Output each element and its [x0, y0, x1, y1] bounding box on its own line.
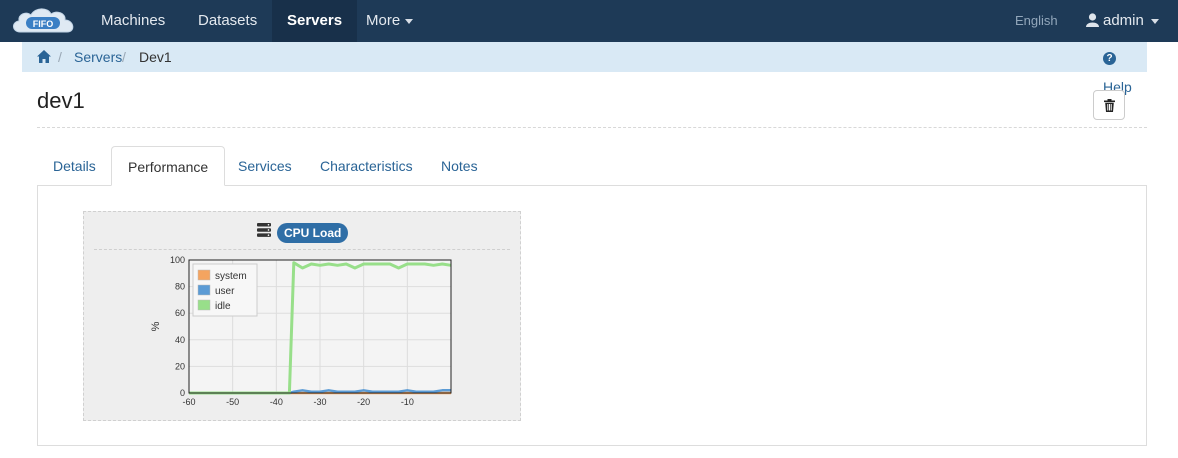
tab-services[interactable]: Services — [222, 146, 308, 186]
x-tick-label: -30 — [313, 397, 326, 407]
fifo-logo[interactable]: FIFO — [10, 6, 78, 36]
breadcrumb-separator: / — [58, 49, 62, 65]
y-tick-label: 0 — [180, 388, 185, 398]
x-tick-label: -50 — [226, 397, 239, 407]
legend-label-system: system — [215, 271, 247, 282]
breadcrumb-current: Dev1 — [139, 49, 172, 65]
nav-machines[interactable]: Machines — [86, 0, 180, 42]
title-divider — [37, 127, 1147, 128]
user-menu[interactable]: admin — [1086, 0, 1159, 42]
top-navbar: FIFO Machines Datasets Servers More Engl… — [0, 0, 1178, 42]
breadcrumb: / Servers / Dev1 ?Help — [22, 42, 1147, 95]
server-icon — [257, 223, 271, 237]
nav-datasets[interactable]: Datasets — [183, 0, 272, 42]
y-tick-label: 80 — [175, 282, 185, 292]
y-tick-label: 40 — [175, 335, 185, 345]
user-icon — [1086, 13, 1099, 27]
y-axis-label: % — [150, 321, 162, 331]
language-selector[interactable]: English — [1015, 0, 1058, 42]
y-tick-label: 100 — [170, 255, 185, 265]
breadcrumb-servers[interactable]: Servers — [74, 42, 122, 72]
caret-down-icon — [1150, 18, 1159, 24]
x-tick-label: -20 — [357, 397, 370, 407]
x-tick-label: -40 — [270, 397, 283, 407]
tab-notes[interactable]: Notes — [425, 146, 494, 186]
breadcrumb-separator: / — [122, 49, 126, 65]
tab-details[interactable]: Details — [37, 146, 112, 186]
delete-button[interactable] — [1093, 90, 1125, 120]
nav-servers[interactable]: Servers — [272, 0, 358, 42]
legend-swatch-system — [197, 269, 211, 281]
nav-more-label: More — [366, 12, 401, 29]
caret-down-icon — [405, 18, 414, 24]
question-icon: ? — [1103, 52, 1116, 65]
user-name: admin — [1103, 12, 1144, 29]
widget-divider — [94, 249, 510, 250]
legend-label-user: user — [215, 286, 235, 297]
page-title: dev1 — [37, 88, 85, 113]
x-tick-label: -10 — [401, 397, 414, 407]
tab-performance[interactable]: Performance — [111, 146, 226, 186]
trash-icon — [1104, 99, 1115, 112]
legend-label-idle: idle — [215, 301, 231, 312]
x-tick-label: -60 — [182, 397, 195, 407]
nav-more[interactable]: More — [351, 0, 428, 42]
cpu-load-title: CPU Load — [277, 223, 349, 243]
logo-text: FIFO — [33, 19, 54, 29]
y-tick-label: 60 — [175, 308, 185, 318]
home-icon[interactable] — [37, 50, 51, 63]
tab-characteristics[interactable]: Characteristics — [304, 146, 429, 186]
y-tick-label: 20 — [175, 361, 185, 371]
legend-swatch-idle — [197, 299, 211, 311]
cpu-load-chart: -60 -50 -40 -30 -20 -10 0 20 40 60 80 100% system use… — [150, 255, 452, 407]
legend-swatch-user — [197, 284, 211, 296]
